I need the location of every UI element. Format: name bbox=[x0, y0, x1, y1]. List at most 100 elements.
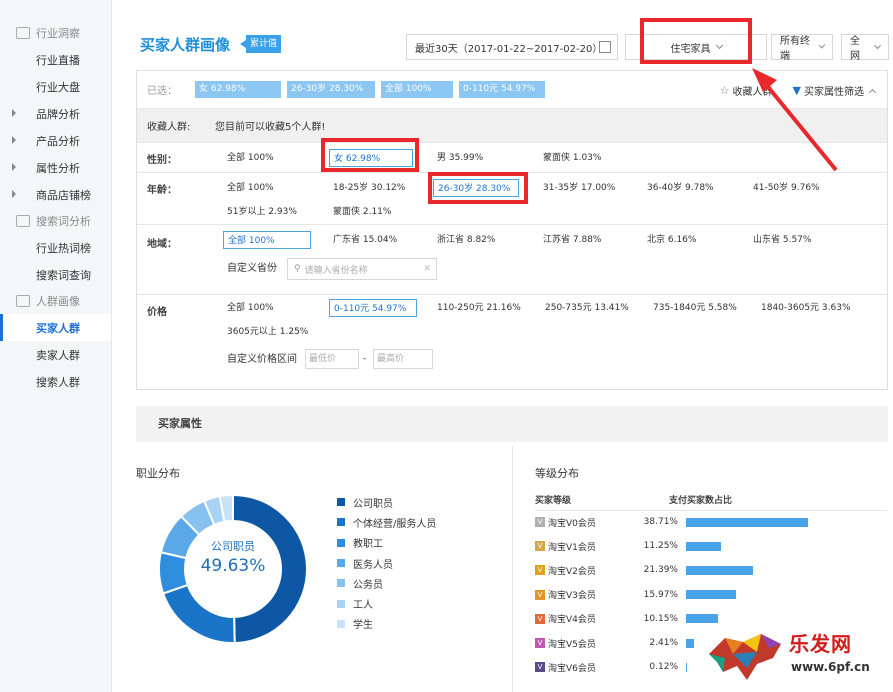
region-option[interactable]: 全部 100% bbox=[223, 231, 311, 249]
max-price-input[interactable]: 最高价 bbox=[373, 349, 433, 369]
price-option[interactable]: 250-735元 13.41% bbox=[545, 299, 629, 317]
highlight-box-gender bbox=[321, 138, 419, 172]
age-option[interactable]: 31-35岁 17.00% bbox=[543, 179, 615, 197]
chevron-down-icon bbox=[818, 42, 826, 49]
funnel-icon: ▼ bbox=[792, 84, 801, 97]
legend-label: 医务人员 bbox=[353, 559, 393, 571]
calendar-icon[interactable] bbox=[599, 41, 611, 53]
price-option[interactable]: 3605元以上 1.25% bbox=[227, 323, 308, 341]
favorite-crowd-button[interactable]: 收藏人群 bbox=[733, 83, 773, 98]
selected-tag[interactable]: 0-110元 54.97% bbox=[459, 81, 545, 98]
sidebar-item-seller[interactable]: 卖家人群 bbox=[0, 341, 111, 368]
region-option[interactable]: 浙江省 8.82% bbox=[437, 231, 495, 249]
sidebar-item-buyer[interactable]: 买家人群 bbox=[0, 314, 111, 341]
sidebar-section-search[interactable]: 搜索词分析 bbox=[0, 208, 111, 234]
level-bar bbox=[686, 517, 808, 527]
legend-item[interactable]: 工人 bbox=[337, 593, 436, 613]
page-title: 买家人群画像 bbox=[140, 36, 231, 54]
network-dropdown[interactable]: 全网 bbox=[841, 34, 889, 62]
legend-label: 公务员 bbox=[353, 579, 383, 591]
age-option[interactable]: 全部 100% bbox=[227, 179, 274, 197]
sidebar-item-overview[interactable]: 行业大盘 bbox=[0, 73, 111, 100]
price-option[interactable]: 1840-3605元 3.63% bbox=[761, 299, 851, 317]
legend-item[interactable]: 教职工 bbox=[337, 533, 436, 553]
watermark-logo: 乐发网 www.6pf.cn bbox=[703, 624, 889, 684]
selected-filters-row: 已选： 女 62.98% 26-30岁 28.30% 全部 100% 0-110… bbox=[137, 71, 887, 109]
level-badge-icon: V bbox=[535, 613, 545, 624]
level-title: 等级分布 bbox=[535, 467, 579, 480]
donut-slice[interactable] bbox=[161, 583, 236, 644]
level-badge-icon: V bbox=[535, 541, 545, 552]
sidebar-item-hot-words[interactable]: 行业热词榜 bbox=[0, 234, 111, 261]
monitor-icon bbox=[16, 27, 30, 39]
region-option[interactable]: 广东省 15.04% bbox=[333, 231, 397, 249]
sidebar-item-attribute[interactable]: 属性分析 bbox=[0, 154, 111, 181]
legend-item[interactable]: 医务人员 bbox=[337, 553, 436, 573]
sidebar-item-brand[interactable]: 品牌分析 bbox=[0, 100, 111, 127]
price-option[interactable]: 0-110元 54.97% bbox=[329, 299, 417, 317]
divider bbox=[512, 446, 513, 692]
price-option[interactable]: 全部 100% bbox=[227, 299, 274, 317]
min-price-input[interactable]: 最低价 bbox=[305, 349, 359, 369]
price-option[interactable]: 110-250元 21.16% bbox=[437, 299, 521, 317]
chevron-right-icon bbox=[12, 163, 16, 171]
legend-item[interactable]: 公务员 bbox=[337, 573, 436, 593]
legend-item[interactable]: 个体经营/服务人员 bbox=[337, 512, 436, 532]
chevron-up-icon[interactable] bbox=[868, 88, 877, 96]
level-percent: 10.15% bbox=[643, 613, 678, 624]
bull-logo-icon bbox=[709, 634, 781, 680]
terminal-dropdown[interactable]: 所有终端 bbox=[771, 34, 833, 62]
region-option[interactable]: 江苏省 7.88% bbox=[543, 231, 601, 249]
level-name: 淘宝V2会员 bbox=[548, 566, 596, 577]
legend-swatch bbox=[337, 579, 345, 588]
region-option[interactable]: 北京 6.16% bbox=[647, 231, 696, 249]
legend-item[interactable]: 公司职员 bbox=[337, 492, 436, 512]
age-option[interactable]: 41-50岁 9.76% bbox=[753, 179, 820, 197]
selected-tag[interactable]: 26-30岁 28.30% bbox=[287, 81, 375, 98]
level-row: V 淘宝V2会员 21.39% bbox=[535, 561, 887, 579]
highlight-box-category bbox=[640, 18, 752, 64]
price-row: 价格 全部 100% 0-110元 54.97% 110-250元 21.16%… bbox=[137, 295, 887, 385]
age-option[interactable]: 18-25岁 30.12% bbox=[333, 179, 405, 197]
selected-label: 已选： bbox=[147, 86, 177, 97]
price-option[interactable]: 735-1840元 5.58% bbox=[653, 299, 737, 317]
clear-icon[interactable]: ✕ bbox=[423, 264, 431, 274]
level-table-header: 买家等级 支付买家数占比 bbox=[535, 491, 887, 511]
sidebar-item-shop-rank[interactable]: 商品店铺榜 bbox=[0, 181, 111, 208]
age-option[interactable]: 51岁以上 2.93% bbox=[227, 203, 297, 221]
level-badge-icon: V bbox=[535, 589, 545, 600]
sidebar-item-product[interactable]: 产品分析 bbox=[0, 127, 111, 154]
donut-center: 公司职员 49.63% bbox=[200, 540, 266, 576]
sidebar-item-search-query[interactable]: 搜索词查询 bbox=[0, 261, 111, 288]
filter-panel: 已选： 女 62.98% 26-30岁 28.30% 全部 100% 0-110… bbox=[136, 70, 888, 390]
legend-label: 个体经营/服务人员 bbox=[353, 518, 437, 530]
selected-tag[interactable]: 全部 100% bbox=[381, 81, 453, 98]
gender-row: 性别： 全部 100% 女 62.98% 男 35.99% 蒙面侠 1.03% bbox=[137, 143, 887, 173]
legend-swatch bbox=[337, 498, 345, 507]
province-search-input[interactable]: ⚲ 请输入省份名称 ✕ bbox=[287, 258, 437, 280]
level-row: V 淘宝V1会员 11.25% bbox=[535, 537, 887, 555]
selected-tag[interactable]: 女 62.98% bbox=[195, 81, 281, 98]
gender-option[interactable]: 蒙面侠 1.03% bbox=[543, 149, 601, 167]
sidebar-item-live[interactable]: 行业直播 bbox=[0, 46, 111, 73]
users-icon bbox=[16, 295, 30, 307]
legend-item[interactable]: 学生 bbox=[337, 614, 436, 634]
age-option[interactable]: 36-40岁 9.78% bbox=[647, 179, 714, 197]
level-percent: 11.25% bbox=[643, 541, 678, 552]
region-option[interactable]: 山东省 5.57% bbox=[753, 231, 811, 249]
buyer-attr-filter-toggle[interactable]: 买家属性筛选 bbox=[804, 83, 864, 98]
sidebar-section-industry[interactable]: 行业洞察 bbox=[0, 20, 111, 46]
level-name: 淘宝V1会员 bbox=[548, 542, 596, 553]
buyer-attr-header: 买家属性 bbox=[136, 406, 888, 442]
level-percent: 0.12% bbox=[649, 662, 678, 673]
level-percent: 15.97% bbox=[643, 589, 678, 600]
gender-option[interactable]: 男 35.99% bbox=[437, 149, 483, 167]
custom-province-label: 自定义省份 bbox=[227, 263, 277, 274]
sidebar-item-searcher[interactable]: 搜索人群 bbox=[0, 368, 111, 395]
age-option[interactable]: 蒙面侠 2.11% bbox=[333, 203, 391, 221]
sidebar-section-persona[interactable]: 人群画像 bbox=[0, 288, 111, 314]
date-range-picker[interactable]: 最近30天（2017-01-22~2017-02-20） bbox=[406, 34, 618, 60]
level-row: V 淘宝V3会员 15.97% bbox=[535, 586, 887, 604]
gender-option[interactable]: 全部 100% bbox=[227, 149, 274, 167]
level-name: 淘宝V5会员 bbox=[548, 639, 596, 650]
